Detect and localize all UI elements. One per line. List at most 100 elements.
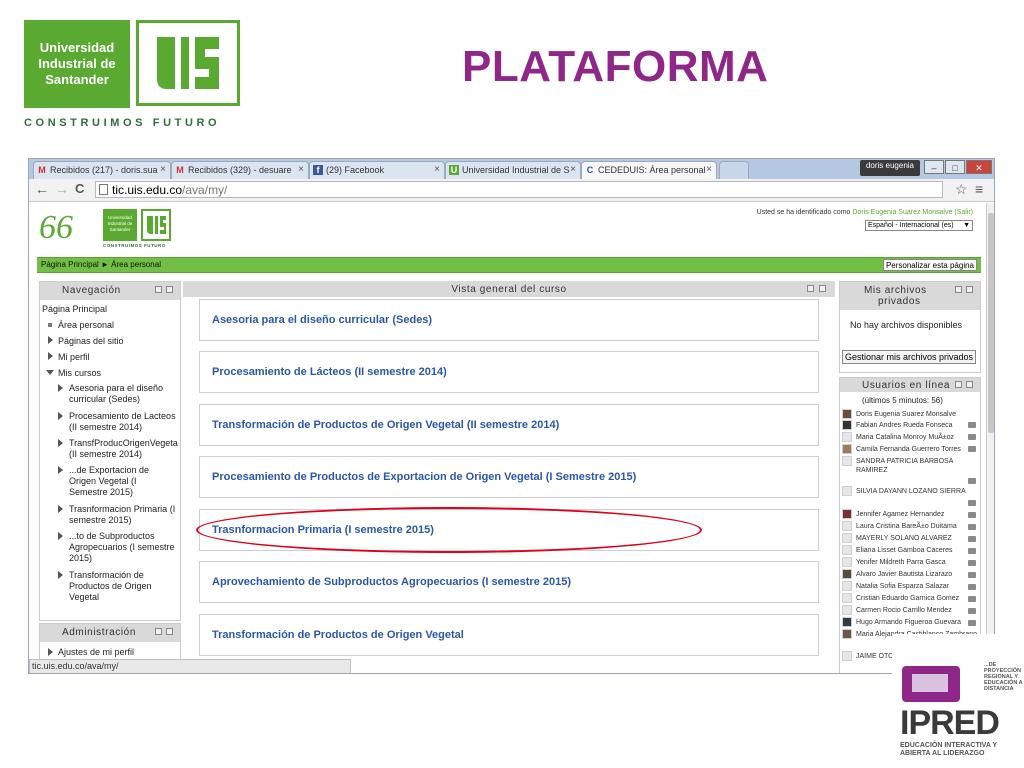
message-icon[interactable] [968,536,976,542]
block-dock-icon[interactable] [955,286,962,293]
message-icon[interactable] [968,524,976,530]
profile-chip[interactable]: doris eugenia [859,160,920,176]
message-icon[interactable] [968,434,976,440]
close-icon[interactable]: × [298,164,304,175]
message-icon[interactable] [968,422,976,428]
user-name[interactable]: Carmen Rocio Carrillo Mendez [856,606,952,615]
user-name[interactable]: Fabian Andres Rueda Fonseca [856,421,953,430]
course-link[interactable]: Procesamiento de Lácteos (II semestre 20… [212,366,447,378]
reload-icon[interactable]: C [75,181,84,196]
message-icon[interactable] [968,512,976,518]
nav-course-4[interactable]: ...de Exportacion de Origen Vegetal (I S… [69,465,169,498]
user-name[interactable]: Jennifer Agamez Hernandez [856,510,944,519]
message-icon[interactable] [968,596,976,602]
nav-item-profile[interactable]: Mi perfil [58,352,90,363]
minimize-button[interactable]: – [924,160,944,174]
message-icon[interactable] [968,608,976,614]
chevron-right-icon[interactable] [58,412,63,420]
block-hide-icon[interactable] [166,286,173,293]
scrollbar-thumb[interactable] [988,213,994,433]
site-logo[interactable]: Universidad Industrial de Santander CONS… [103,209,175,249]
chevron-right-icon[interactable] [58,532,63,540]
breadcrumb[interactable]: Página Principal ► Área personal [41,260,161,269]
nav-course-1[interactable]: Asesoria para el diseño curricular (Sede… [69,383,179,405]
user-name[interactable]: Eliana Lisset Gamboa Caceres [856,546,953,555]
forward-arrow-icon[interactable]: → [55,181,69,197]
message-icon[interactable] [968,478,976,484]
nav-item-home[interactable]: Página Principal [42,304,107,315]
user-name[interactable]: Laura Cristina BareÃ±o Duitama [856,522,957,531]
tab-uis[interactable]: U Universidad Industrial de S × [445,161,581,179]
tab-gmail-2[interactable]: M Recibidos (329) - desuare × [171,161,309,179]
chevron-right-icon[interactable] [58,384,63,392]
url-input[interactable]: tic.uis.edu.co/ava/my/ [95,181,943,198]
course-link[interactable]: Aprovechamiento de Subproductos Agropecu… [212,576,571,588]
scrollbar[interactable] [986,203,994,673]
chevron-right-icon[interactable] [48,648,53,656]
close-icon[interactable]: × [160,164,166,175]
back-arrow-icon[interactable]: ← [35,181,49,197]
user-name[interactable]: Hugo Armando Figueroa Guevara [856,618,961,627]
chevron-right-icon[interactable] [48,352,53,360]
close-icon[interactable]: × [434,164,440,175]
course-link[interactable]: Transformación de Productos de Origen Ve… [212,629,464,641]
block-dock-icon[interactable] [955,381,962,388]
chevron-right-icon[interactable] [48,336,53,344]
user-name[interactable]: Yenifer Mildreth Parra Gasca [856,558,946,567]
message-icon[interactable] [968,584,976,590]
block-hide-icon[interactable] [966,286,973,293]
nav-course-5[interactable]: Trasnformacion Primaria (I semestre 2015… [69,504,179,526]
message-icon[interactable] [968,446,976,452]
message-icon[interactable] [968,620,976,626]
close-icon[interactable]: × [706,164,712,175]
user-name[interactable]: Maria Catalina Monroy MuÃ±oz [856,433,954,442]
chevron-down-icon[interactable] [46,370,54,375]
user-name[interactable]: Cristian Eduardo Garnica Gomez [856,594,959,603]
bookmark-star-icon[interactable]: ☆ [955,181,968,198]
nav-course-6[interactable]: ...to de Subproductos Agropecuarios (I s… [69,531,181,564]
nav-item-profile-settings[interactable]: Ajustes de mi perfil [58,647,134,658]
nav-course-3[interactable]: TransfProducOrigenVegeta (II semestre 20… [69,438,179,460]
course-link[interactable]: Transformación de Productos de Origen Ve… [212,419,559,431]
maximize-button[interactable]: □ [945,160,965,174]
user-name[interactable]: SILVIA DAYANN LOZANO SIERRA [856,487,966,496]
close-icon[interactable]: × [570,164,576,175]
user-name[interactable]: Doris Eugenia Suarez Monsalve [856,410,956,419]
user-name[interactable]: Alvaro Javier Bautista Lizarazo [856,570,952,579]
manage-files-button[interactable]: Gestionar mis archivos privados [842,350,977,364]
message-icon[interactable] [968,572,976,578]
block-hide-icon[interactable] [819,285,826,292]
user-name-link[interactable]: Doris Eugenia Suarez Monsalve [852,209,952,216]
menu-icon[interactable]: ≡ [975,181,983,197]
chevron-right-icon[interactable] [58,571,63,579]
nav-item-dashboard[interactable]: Área personal [58,320,114,331]
customise-page-button[interactable]: Personalizar esta página [882,259,977,271]
new-tab-button[interactable] [719,161,749,179]
nav-course-2[interactable]: Procesamiento de Lacteos (II semestre 20… [69,411,179,433]
course-link[interactable]: Procesamiento de Productos de Exportacio… [212,471,636,483]
chevron-right-icon[interactable] [58,439,63,447]
tab-gmail-1[interactable]: M Recibidos (217) - doris.sua × [33,161,171,179]
chevron-right-icon[interactable] [58,466,63,474]
block-dock-icon[interactable] [155,286,162,293]
user-name[interactable]: SANDRA PATRICIA BARBOSA RAMIREZ [856,457,976,475]
tab-facebook[interactable]: f (29) Facebook × [309,161,445,179]
block-dock-icon[interactable] [155,628,162,635]
block-dock-icon[interactable] [807,285,814,292]
course-link[interactable]: Asesoria para el diseño curricular (Sede… [212,314,432,326]
language-select[interactable]: Español - Internacional (es) ▼ [865,220,973,231]
message-icon[interactable] [968,548,976,554]
logout-link[interactable]: (Salir) [952,209,973,216]
nav-item-my-courses[interactable]: Mis cursos [58,368,101,379]
block-hide-icon[interactable] [166,628,173,635]
close-window-button[interactable]: ✕ [966,160,992,174]
user-name[interactable]: Camila Fernanda Guerrero Torres [856,445,961,454]
nav-course-7[interactable]: Transformación de Productos de Origen Ve… [69,570,164,603]
user-name[interactable]: Natalia Sofia Esparza Salazar [856,582,949,591]
tab-cededuis[interactable]: C CEDEDUIS: Área personal × [581,161,717,179]
chevron-right-icon[interactable] [58,505,63,513]
nav-item-site-pages[interactable]: Páginas del sitio [58,336,124,347]
message-icon[interactable] [968,560,976,566]
user-name[interactable]: MAYERLY SOLANO ALVAREZ [856,534,952,543]
block-hide-icon[interactable] [966,381,973,388]
